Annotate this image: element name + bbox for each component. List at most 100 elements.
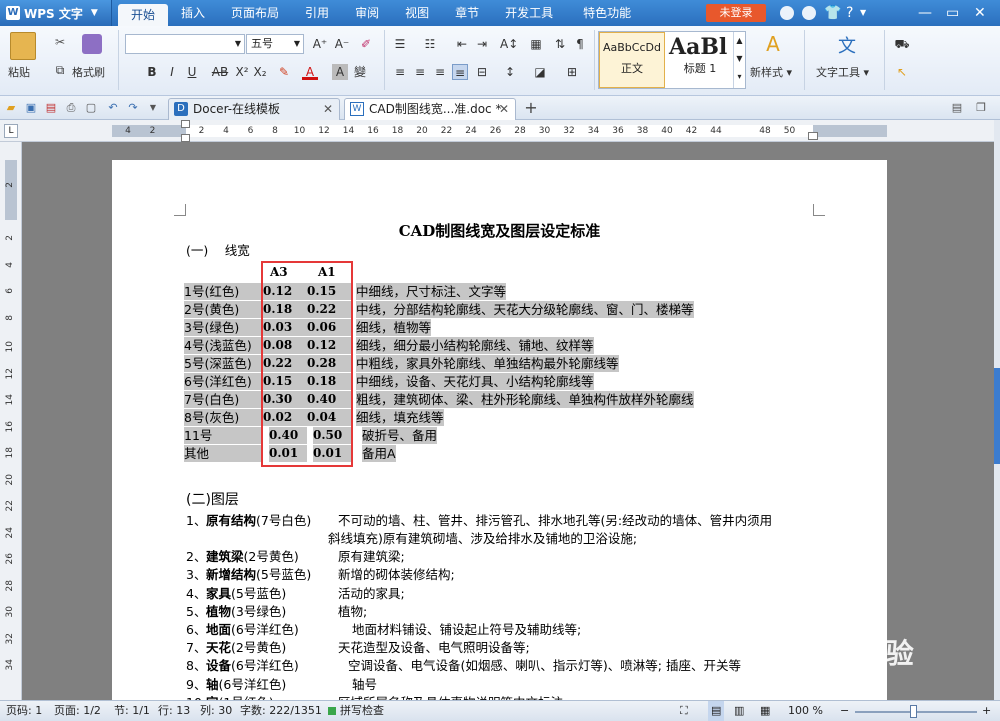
grow-font-icon[interactable]: A⁺ bbox=[312, 36, 328, 52]
show-marks-icon[interactable]: ¶ bbox=[572, 36, 588, 52]
zoom-value[interactable]: 100 % bbox=[788, 701, 823, 721]
line-spacing-icon[interactable]: ↕ bbox=[502, 64, 518, 80]
view-outline-icon[interactable]: ▦ bbox=[760, 701, 770, 721]
login-button[interactable]: 未登录 bbox=[706, 4, 766, 22]
superscript-icon[interactable]: X² bbox=[234, 64, 250, 80]
menu-tab[interactable]: 插入 bbox=[168, 0, 218, 26]
redo-icon[interactable]: ↷ bbox=[126, 101, 140, 115]
font-family-combo[interactable]: ▼ bbox=[125, 34, 245, 54]
indent-marker[interactable] bbox=[181, 120, 190, 128]
strikethrough-icon[interactable]: AB bbox=[208, 64, 232, 80]
align-right-icon[interactable]: ≡ bbox=[432, 64, 448, 80]
new-tab-icon[interactable]: + bbox=[524, 100, 538, 116]
new-style-icon[interactable]: A bbox=[760, 32, 786, 58]
subscript-icon[interactable]: X₂ bbox=[252, 64, 268, 80]
increase-indent-icon[interactable]: ⇥ bbox=[474, 36, 490, 52]
align-left-icon[interactable]: ≡ bbox=[392, 64, 408, 80]
vertical-ruler[interactable]: 2 2 4 6 8 10 12 14 16 18 20 22 24 26 28 30 32 34 bbox=[0, 142, 22, 700]
status-words[interactable]: 字数: 222/1351 bbox=[240, 701, 322, 721]
tab-list-icon[interactable]: ▤ bbox=[950, 101, 964, 115]
menu-tab[interactable]: 开始 bbox=[118, 4, 169, 26]
right-indent-marker[interactable] bbox=[808, 132, 818, 140]
cut-icon[interactable]: ✂ bbox=[52, 34, 68, 50]
undo-icon[interactable]: ↶ bbox=[106, 101, 120, 115]
find-icon[interactable]: ⛟ bbox=[894, 36, 910, 52]
preview-icon[interactable]: ▢ bbox=[84, 101, 98, 115]
zoom-in-icon[interactable]: + bbox=[982, 701, 991, 721]
view-web-icon[interactable]: ▥ bbox=[734, 701, 744, 721]
italic-icon[interactable]: I bbox=[164, 64, 180, 80]
style-heading1[interactable]: AaBl 标题 1 bbox=[667, 32, 733, 88]
bullet-list-icon[interactable]: ☰ bbox=[392, 36, 408, 52]
help-icon[interactable]: ? bbox=[846, 4, 853, 22]
status-page[interactable]: 页面: 1/2 bbox=[54, 701, 101, 721]
style-scroll[interactable]: ▲ ▼ ▾ bbox=[733, 32, 745, 88]
close-tab-icon[interactable]: ✕ bbox=[323, 99, 333, 119]
distribute-icon[interactable]: ⊟ bbox=[474, 64, 490, 80]
style-normal[interactable]: AaBbCcDd 正文 bbox=[599, 32, 665, 88]
cloud-icon[interactable] bbox=[802, 6, 816, 20]
shirt-icon[interactable]: 👕 bbox=[824, 4, 841, 22]
clear-format-icon[interactable]: ✐ bbox=[358, 36, 374, 52]
menu-tab[interactable]: 视图 bbox=[392, 0, 442, 26]
justify-icon[interactable]: ≡ bbox=[452, 64, 468, 80]
indent-marker[interactable] bbox=[181, 134, 190, 142]
sort-icon[interactable]: ⇅ bbox=[552, 36, 568, 52]
quick-access-chevron-icon[interactable]: ▼ bbox=[146, 101, 160, 115]
paste-icon[interactable] bbox=[10, 32, 36, 60]
doc-tab-docer[interactable]: D Docer-在线模板 ✕ bbox=[168, 98, 340, 120]
bold-icon[interactable]: B bbox=[144, 64, 160, 80]
new-style-button[interactable]: 新样式 ▾ bbox=[750, 66, 792, 80]
highlight-icon[interactable]: ✎ bbox=[276, 64, 292, 80]
font-color-icon[interactable]: A bbox=[302, 64, 318, 80]
view-fullscreen-icon[interactable]: ⛶ bbox=[680, 701, 688, 721]
align-center-icon[interactable]: ≡ bbox=[412, 64, 428, 80]
paragraph-shading-icon[interactable]: ◪ bbox=[532, 64, 548, 80]
decrease-indent-icon[interactable]: ⇤ bbox=[454, 36, 470, 52]
app-menu-button[interactable]: W WPS 文字 ▼ bbox=[0, 0, 112, 26]
close-tab-icon[interactable]: ✕ bbox=[499, 99, 509, 119]
skin-icon[interactable] bbox=[780, 6, 794, 20]
document-page[interactable]: CAD制图线宽及图层设定标准 (一) 线宽 A3 A1 1号(红色) 0.12 0.… bbox=[112, 160, 887, 700]
zoom-slider-handle[interactable] bbox=[910, 705, 917, 718]
char-shading-icon[interactable]: A bbox=[332, 64, 348, 80]
menu-tab[interactable]: 章节 bbox=[442, 0, 492, 26]
format-painter-button[interactable]: 格式刷 bbox=[72, 66, 105, 80]
zoom-out-icon[interactable]: − bbox=[840, 701, 849, 721]
menu-tab[interactable]: 页面布局 bbox=[218, 0, 292, 26]
text-direction-icon[interactable]: A↕ bbox=[500, 36, 518, 52]
spell-check-button[interactable]: 拼写检查 bbox=[340, 701, 384, 721]
select-icon[interactable]: ↖ bbox=[894, 64, 910, 80]
help-chevron-icon[interactable]: ▼ bbox=[860, 4, 866, 22]
border-icon[interactable]: ⊞ bbox=[564, 64, 580, 80]
open-icon[interactable]: ▰ bbox=[4, 101, 18, 115]
close-icon[interactable]: ✕ bbox=[974, 4, 986, 22]
menu-tab[interactable]: 引用 bbox=[292, 0, 342, 26]
format-painter-icon[interactable] bbox=[82, 34, 102, 54]
menu-tab[interactable]: 审阅 bbox=[342, 0, 392, 26]
minimize-icon[interactable]: — bbox=[918, 4, 932, 22]
table-grid-icon[interactable]: ▦ bbox=[528, 36, 544, 52]
window-mode-icon[interactable]: ❐ bbox=[974, 101, 988, 115]
maximize-icon[interactable]: ▭ bbox=[946, 4, 959, 22]
text-tools-icon[interactable]: 文 bbox=[834, 32, 860, 58]
menu-tab[interactable]: 开发工具 bbox=[492, 0, 566, 26]
paste-button[interactable]: 粘贴 bbox=[8, 66, 30, 80]
print-icon[interactable]: ⎙ bbox=[64, 101, 78, 115]
underline-icon[interactable]: U bbox=[184, 64, 200, 80]
save-icon[interactable]: ▣ bbox=[24, 101, 38, 115]
font-size-combo[interactable]: 五号 ▼ bbox=[246, 34, 304, 54]
copy-icon[interactable]: ⧉ bbox=[52, 62, 68, 78]
view-page-icon[interactable]: ▤ bbox=[708, 701, 725, 721]
text-tools-button[interactable]: 文字工具 ▾ bbox=[816, 66, 869, 80]
tab-stop-icon[interactable]: L bbox=[4, 124, 18, 138]
vertical-scrollbar[interactable] bbox=[994, 120, 1000, 700]
pdf-icon[interactable]: ▤ bbox=[44, 101, 58, 115]
phonetic-icon[interactable]: 變 bbox=[352, 64, 368, 80]
menu-tab[interactable]: 特色功能 bbox=[570, 0, 644, 26]
shrink-font-icon[interactable]: A⁻ bbox=[334, 36, 350, 52]
horizontal-ruler[interactable]: L 4 2 2 4 6 8 10 12 14 16 18 20 22 24 26 28 30 32 34 36 38 40… bbox=[0, 120, 1000, 142]
layer-index: 1、 bbox=[186, 513, 207, 528]
number-list-icon[interactable]: ☷ bbox=[422, 36, 438, 52]
doc-tab-cad[interactable]: W CAD制图线宽...准.doc * ✕ bbox=[344, 98, 516, 120]
